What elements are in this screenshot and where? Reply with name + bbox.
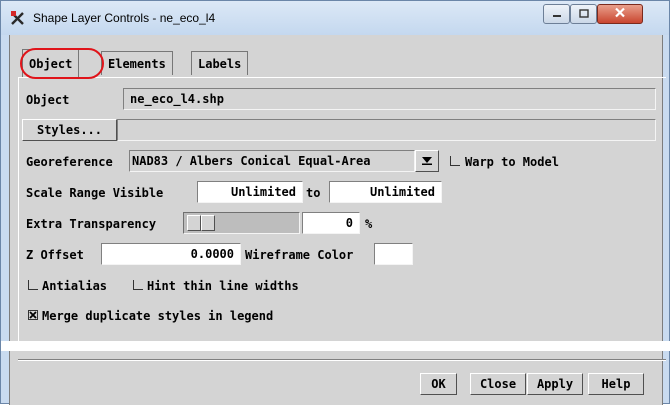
transparency-value: 0 bbox=[345, 216, 353, 230]
wireframe-color-swatch[interactable] bbox=[374, 243, 413, 265]
close-icon bbox=[614, 7, 626, 21]
tab-labels-label: Labels bbox=[198, 56, 242, 71]
object-tab-panel: Object ne_eco_l4.shp Styles... Georefere… bbox=[18, 77, 666, 343]
transparency-input[interactable]: 0 bbox=[302, 212, 360, 234]
hint-thin-lines-label: Hint thin line widths bbox=[147, 279, 299, 293]
styles-button[interactable]: Styles... bbox=[22, 119, 117, 141]
tab-labels[interactable]: Labels bbox=[191, 51, 249, 75]
close-window-button[interactable] bbox=[597, 4, 643, 24]
minimize-icon bbox=[552, 7, 562, 21]
screenshot-cut-band bbox=[1, 341, 670, 351]
maximize-icon bbox=[578, 7, 589, 21]
tab-elements[interactable]: Elements bbox=[101, 51, 173, 75]
dialog-window: Shape Layer Controls - ne_eco_l4 Object … bbox=[0, 0, 670, 405]
tab-object[interactable]: Object bbox=[22, 49, 80, 77]
styles-field bbox=[117, 119, 656, 141]
transparency-slider[interactable] bbox=[183, 212, 300, 234]
scale-range-min-input[interactable]: Unlimited bbox=[197, 181, 303, 203]
app-icon bbox=[10, 10, 26, 26]
transparency-unit: % bbox=[365, 217, 373, 231]
tab-elements-label: Elements bbox=[108, 56, 166, 71]
window-title: Shape Layer Controls - ne_eco_l4 bbox=[33, 11, 216, 25]
close-button[interactable]: Close bbox=[470, 373, 526, 395]
transparency-label: Extra Transparency bbox=[26, 217, 157, 231]
object-file-value: ne_eco_l4.shp bbox=[130, 92, 224, 106]
title-bar[interactable]: Shape Layer Controls - ne_eco_l4 bbox=[1, 1, 669, 35]
warp-to-model-label: Warp to Model bbox=[465, 155, 559, 169]
scale-range-min-value: Unlimited bbox=[230, 185, 296, 199]
apply-button-label: Apply bbox=[536, 377, 574, 391]
footer-divider bbox=[18, 359, 666, 361]
close-button-label: Close bbox=[479, 377, 517, 391]
scale-range-to-label: to bbox=[306, 186, 321, 200]
wireframe-color-label: Wireframe Color bbox=[245, 248, 354, 262]
scale-range-max-input[interactable]: Unlimited bbox=[329, 181, 442, 203]
ok-button-label: OK bbox=[431, 377, 446, 391]
styles-button-label: Styles... bbox=[36, 123, 103, 137]
hint-thin-lines-checkbox[interactable] bbox=[133, 280, 143, 290]
minimize-button[interactable] bbox=[543, 4, 570, 24]
scale-range-max-value: Unlimited bbox=[369, 185, 435, 199]
scale-range-label: Scale Range Visible bbox=[26, 186, 164, 200]
help-button-label: Help bbox=[601, 377, 631, 391]
georeference-label: Georeference bbox=[26, 155, 113, 169]
dropdown-arrow-icon bbox=[421, 154, 433, 168]
z-offset-input[interactable]: 0.0000 bbox=[101, 243, 241, 265]
help-button[interactable]: Help bbox=[588, 373, 644, 395]
maximize-button[interactable] bbox=[570, 4, 597, 24]
merge-styles-checkbox[interactable] bbox=[28, 310, 38, 320]
antialias-checkbox[interactable] bbox=[28, 280, 38, 290]
object-file-field: ne_eco_l4.shp bbox=[123, 88, 656, 110]
ok-button[interactable]: OK bbox=[420, 373, 457, 395]
warp-to-model-checkbox[interactable] bbox=[450, 156, 460, 166]
z-offset-label: Z Offset bbox=[26, 248, 84, 262]
transparency-slider-thumb-right[interactable] bbox=[201, 215, 215, 231]
merge-styles-label: Merge duplicate styles in legend bbox=[42, 309, 274, 323]
antialias-label: Antialias bbox=[42, 279, 108, 293]
apply-button[interactable]: Apply bbox=[527, 373, 583, 395]
z-offset-value: 0.0000 bbox=[190, 247, 234, 261]
tab-object-label: Object bbox=[29, 56, 73, 71]
georeference-select[interactable]: NAD83 / Albers Conical Equal-Area bbox=[129, 150, 415, 172]
transparency-slider-thumb-left[interactable] bbox=[187, 215, 201, 231]
georeference-selected: NAD83 / Albers Conical Equal-Area bbox=[132, 154, 371, 168]
object-label: Object bbox=[26, 93, 70, 107]
check-mark-icon bbox=[29, 311, 37, 319]
georeference-dropdown-button[interactable] bbox=[415, 150, 439, 172]
